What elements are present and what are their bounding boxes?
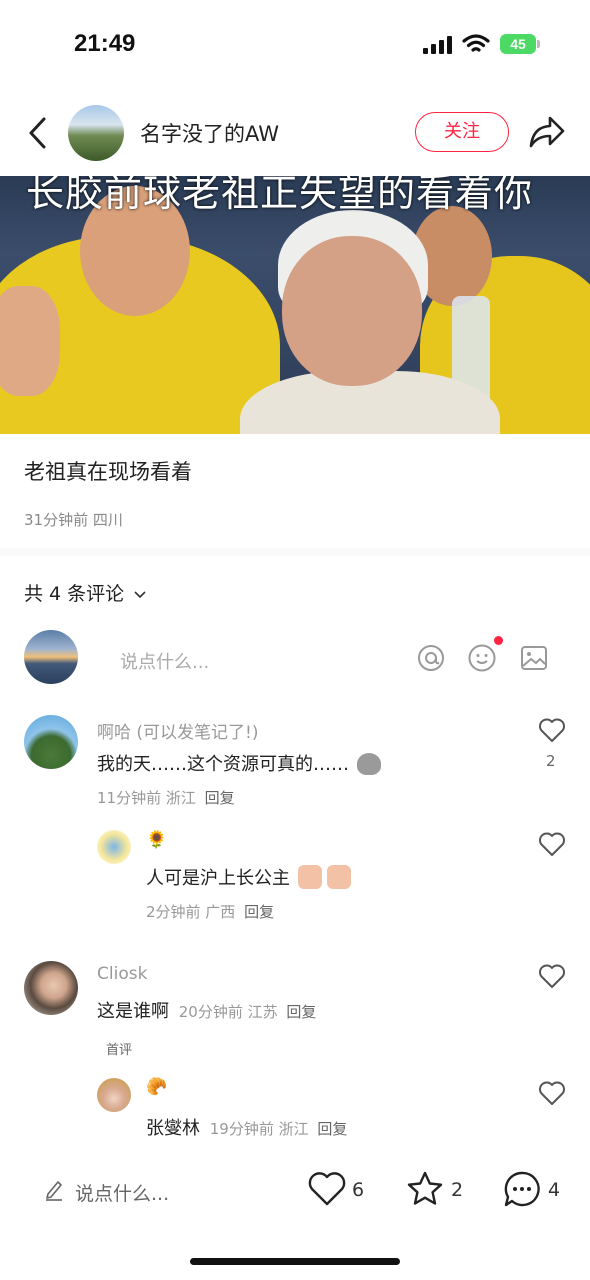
battery-level: 45 (500, 34, 536, 54)
commenter-name[interactable]: 🌻 (146, 830, 167, 850)
comment-input[interactable]: 说点什么... (120, 648, 209, 674)
commenter-avatar[interactable] (97, 830, 131, 864)
chat-icon[interactable] (502, 1170, 542, 1208)
post-video[interactable]: 长胶前球老祖正失望的看着你 (0, 176, 590, 434)
back-icon[interactable] (26, 116, 50, 150)
battery-icon: 45 (500, 34, 540, 54)
like-count: 2 (546, 752, 556, 770)
comment-total: 4 (548, 1179, 561, 1201)
comment-meta: 19分钟前 浙江 回复 (209, 1120, 348, 1138)
chevron-down-icon (134, 591, 146, 599)
collect-count: 2 (451, 1179, 464, 1201)
status-bar: 21:49 45 (0, 0, 590, 90)
comment-meta: 20分钟前 江苏 回复 (178, 1003, 317, 1021)
image-icon[interactable] (519, 643, 549, 673)
star-icon[interactable] (405, 1169, 445, 1209)
post-header: 名字没了的AW 关注 (0, 98, 590, 168)
my-avatar (24, 630, 78, 684)
commenter-avatar[interactable] (97, 1078, 131, 1112)
at-icon[interactable] (416, 643, 446, 673)
emoji-icon[interactable] (467, 643, 497, 673)
reply-button[interactable]: 回复 (317, 1120, 347, 1138)
comment-text[interactable]: 我的天……这个资源可真的…… (97, 750, 381, 776)
commenter-avatar[interactable] (24, 961, 78, 1015)
share-icon[interactable] (528, 114, 566, 150)
heart-icon[interactable] (538, 1080, 566, 1106)
status-time: 21:49 (74, 30, 136, 57)
commenter-name[interactable]: Cliosk (97, 964, 147, 984)
heart-icon[interactable] (538, 963, 566, 989)
signal-icon (423, 36, 452, 54)
heart-icon[interactable] (538, 717, 566, 743)
sticker-icon (327, 865, 352, 889)
first-comment-badge: 首评 (106, 1043, 133, 1058)
sticker-icon (297, 865, 322, 889)
like-count: 6 (352, 1179, 365, 1201)
post-meta: 31分钟前 四川 (24, 511, 123, 529)
reply-button[interactable]: 回复 (244, 903, 274, 921)
comment-meta: 2分钟前 广西 回复 (146, 903, 275, 921)
bottom-action-bar: 说点什么... 6 2 4 (0, 1160, 590, 1220)
home-indicator[interactable] (190, 1258, 400, 1265)
heart-icon[interactable] (538, 831, 566, 857)
comment-meta: 11分钟前 浙江 回复 (97, 789, 235, 807)
video-caption: 长胶前球老祖正失望的看着你 (26, 176, 534, 215)
wifi-icon (462, 34, 490, 52)
follow-button[interactable]: 关注 (415, 112, 509, 152)
post-title: 老祖真在现场看着 (24, 460, 192, 484)
section-divider (0, 548, 590, 556)
pencil-icon[interactable] (44, 1179, 64, 1201)
comment-count-label: 共 4 条评论 (24, 583, 125, 605)
reply-button[interactable]: 回复 (205, 789, 235, 807)
reply-button[interactable]: 回复 (286, 1003, 316, 1021)
comment-text[interactable]: 这是谁啊 20分钟前 江苏 回复 (97, 997, 316, 1023)
author-name[interactable]: 名字没了的AW (140, 118, 279, 148)
notification-dot (494, 636, 503, 645)
poop-emoji-icon (356, 753, 381, 775)
commenter-name[interactable]: 啊哈 (可以发笔记了!) (97, 718, 258, 743)
commenter-avatar[interactable] (24, 715, 78, 769)
bottom-comment-input[interactable]: 说点什么... (75, 1179, 169, 1206)
commenter-name[interactable]: 🥐 (146, 1077, 167, 1097)
comment-count[interactable]: 共 4 条评论 (24, 579, 146, 606)
heart-icon[interactable] (307, 1170, 347, 1208)
author-avatar[interactable] (68, 105, 124, 161)
comment-text[interactable]: 张燮林 19分钟前 浙江 回复 (146, 1114, 347, 1140)
comment-text[interactable]: 人可是沪上长公主 (146, 864, 352, 890)
